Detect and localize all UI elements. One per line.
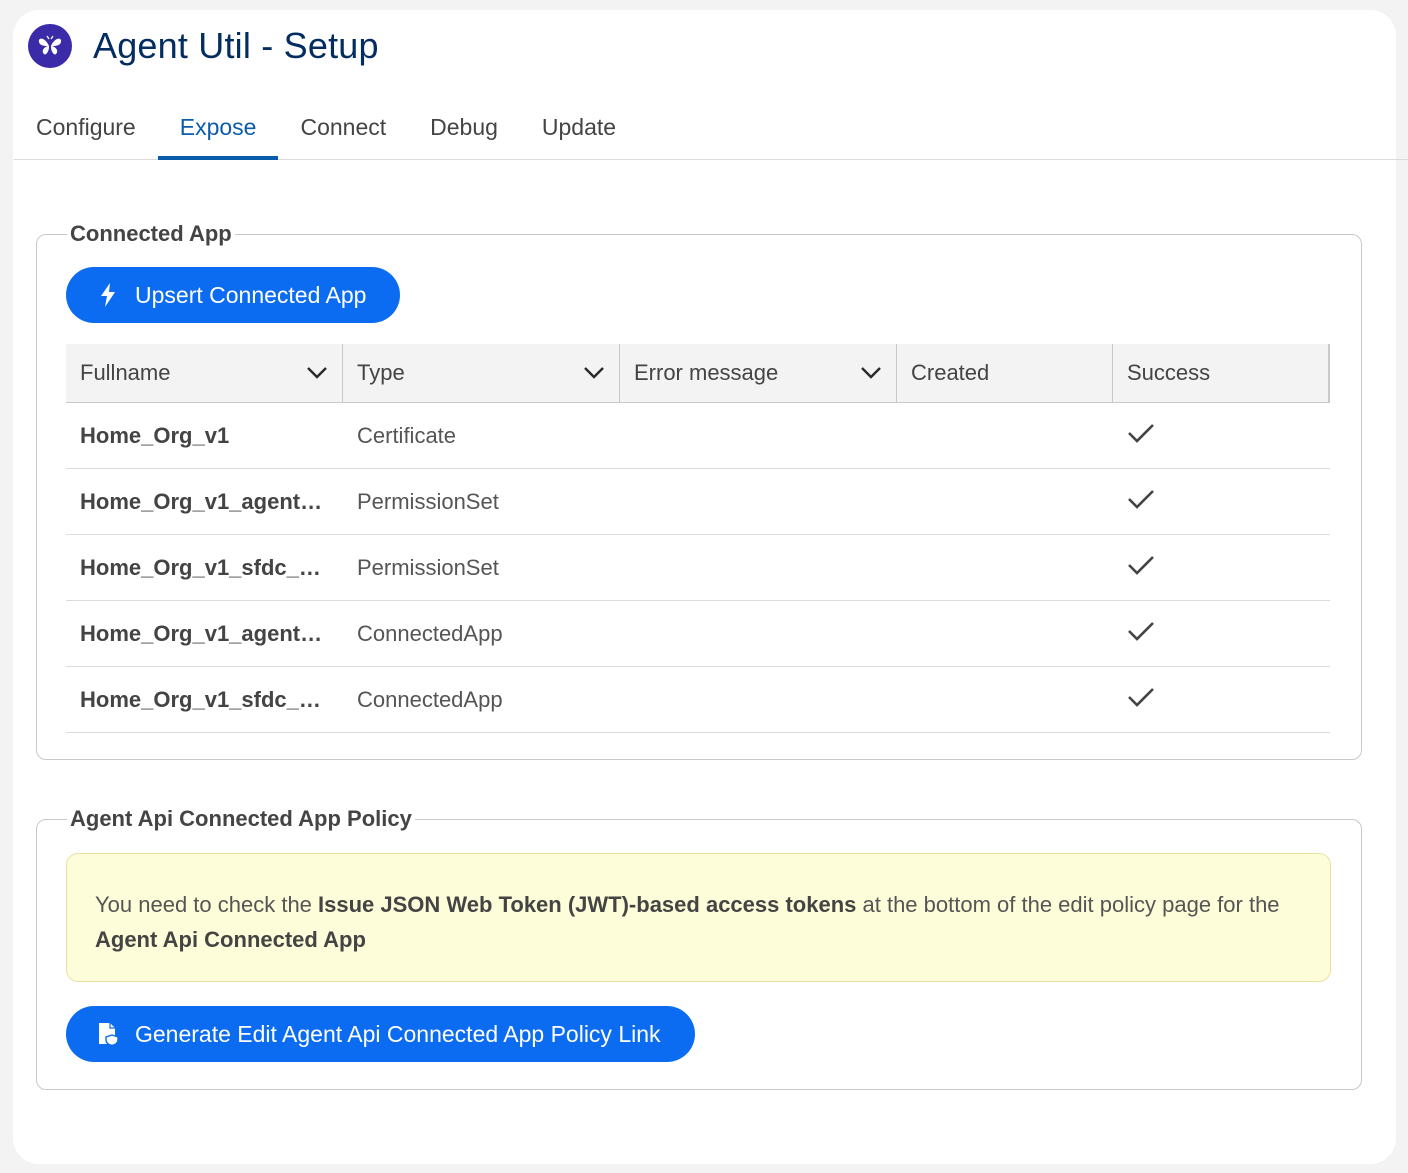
upsert-connected-app-button[interactable]: Upsert Connected App bbox=[66, 267, 400, 323]
generate-policy-link-button[interactable]: Generate Edit Agent Api Connected App Po… bbox=[66, 1006, 695, 1062]
tab-connect[interactable]: Connect bbox=[278, 95, 408, 159]
column-label: Error message bbox=[634, 360, 779, 385]
column-header-fullname[interactable]: Fullname bbox=[66, 344, 343, 402]
cell-fullname: Home_Org_v1_agent_... bbox=[80, 620, 331, 646]
cell-fullname: Home_Org_v1_sfdc_api bbox=[80, 554, 331, 580]
column-header-type[interactable]: Type bbox=[343, 344, 620, 402]
cell-success bbox=[1113, 620, 1328, 648]
cell-success bbox=[1113, 554, 1328, 582]
cell-type: PermissionSet bbox=[357, 554, 499, 580]
lightning-icon bbox=[96, 283, 120, 307]
column-header-error-message[interactable]: Error message bbox=[620, 344, 897, 402]
tab-expose[interactable]: Expose bbox=[157, 95, 279, 160]
chevron-down-icon[interactable] bbox=[860, 360, 882, 386]
cell-fullname: Home_Org_v1_agent_... bbox=[80, 488, 331, 514]
tab-debug[interactable]: Debug bbox=[408, 95, 520, 159]
butterfly-icon bbox=[28, 23, 72, 68]
checkmark-icon bbox=[1127, 488, 1155, 516]
column-label: Type bbox=[357, 360, 405, 385]
cell-type: ConnectedApp bbox=[357, 686, 503, 712]
tab-configure[interactable]: Configure bbox=[14, 95, 158, 159]
results-table: Fullname Type Error message Created Succ… bbox=[66, 344, 1330, 733]
cell-fullname: Home_Org_v1_sfdc_api bbox=[80, 686, 331, 712]
cell-success bbox=[1113, 686, 1328, 714]
checkmark-icon bbox=[1127, 620, 1155, 648]
column-header-created[interactable]: Created bbox=[897, 344, 1113, 402]
connected-app-legend: Connected App bbox=[70, 221, 232, 246]
upsert-button-label: Upsert Connected App bbox=[135, 281, 367, 308]
app-header: Agent Util - Setup bbox=[28, 23, 379, 68]
table-row: Home_Org_v1 Certificate bbox=[66, 403, 1330, 469]
checkmark-icon bbox=[1127, 686, 1155, 714]
page-title: Agent Util - Setup bbox=[93, 24, 379, 66]
column-label: Success bbox=[1127, 360, 1211, 385]
cell-fullname: Home_Org_v1 bbox=[80, 422, 230, 448]
warning-notice: You need to check the Issue JSON Web Tok… bbox=[66, 853, 1331, 982]
notice-bold-jwt: Issue JSON Web Token (JWT)-based access … bbox=[318, 892, 857, 917]
chevron-down-icon[interactable] bbox=[583, 360, 605, 386]
column-header-success[interactable]: Success bbox=[1113, 344, 1328, 402]
table-row: Home_Org_v1_agent_... PermissionSet bbox=[66, 469, 1330, 535]
column-label: Fullname bbox=[80, 360, 171, 385]
cell-type: ConnectedApp bbox=[357, 620, 503, 646]
notice-bold-app: Agent Api Connected App bbox=[95, 927, 366, 952]
checkmark-icon bbox=[1127, 554, 1155, 582]
cell-success bbox=[1113, 488, 1328, 516]
notice-text: You need to check the bbox=[95, 892, 319, 917]
table-row: Home_Org_v1_sfdc_api ConnectedApp bbox=[66, 667, 1330, 733]
table-row: Home_Org_v1_agent_... ConnectedApp bbox=[66, 601, 1330, 667]
column-label: Created bbox=[911, 360, 990, 385]
chevron-down-icon[interactable] bbox=[306, 360, 328, 386]
tab-bar: Configure Expose Connect Debug Update bbox=[14, 95, 1408, 160]
table-row: Home_Org_v1_sfdc_api PermissionSet bbox=[66, 535, 1330, 601]
cell-type: PermissionSet bbox=[357, 488, 499, 514]
checkmark-icon bbox=[1127, 422, 1155, 450]
policy-legend: Agent Api Connected App Policy bbox=[70, 806, 412, 831]
cell-success bbox=[1113, 422, 1328, 450]
generate-button-label: Generate Edit Agent Api Connected App Po… bbox=[135, 1020, 661, 1047]
cell-type: Certificate bbox=[357, 422, 457, 448]
notice-text: at the bottom of the edit policy page fo… bbox=[856, 892, 1280, 917]
tab-update[interactable]: Update bbox=[520, 95, 638, 159]
document-shield-icon bbox=[96, 1022, 120, 1046]
table-header: Fullname Type Error message Created Succ… bbox=[66, 344, 1330, 403]
